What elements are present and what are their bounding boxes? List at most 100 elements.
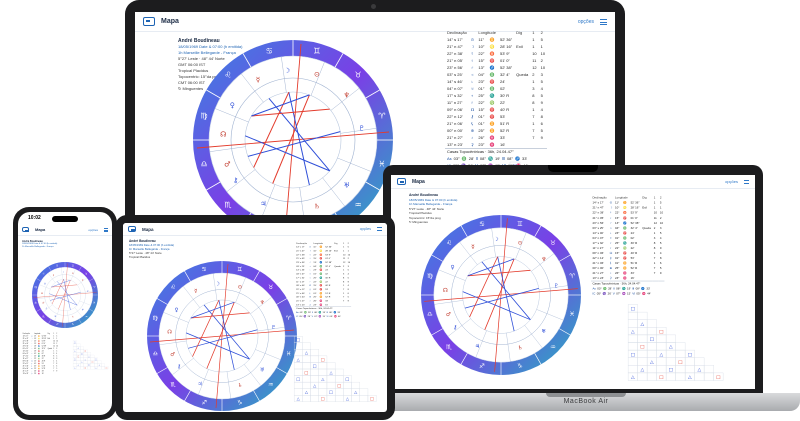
page-title: Mapa — [161, 18, 179, 25]
monitor-camera — [371, 4, 376, 9]
aspect-grid-symbol: △ — [305, 350, 309, 355]
hamburger-menu-icon[interactable] — [744, 179, 749, 184]
options-button[interactable]: opções — [360, 227, 371, 231]
house-cusp-part: ♑ — [303, 314, 307, 318]
options-button[interactable]: opções — [88, 228, 98, 232]
planet-cell: 40' R — [499, 107, 510, 112]
planet-row[interactable]: 13° n 23' ⚳ 23° ♓ 16' — [22, 372, 59, 375]
planet-row[interactable]: 23° n 56' ♂ 13° ♐ 52' 38" 12 10 — [445, 64, 547, 71]
col-declination: Declinação — [447, 30, 467, 35]
zodiac-sign-glyph: ♋ — [266, 47, 273, 56]
zodiac-sign-glyph: ♏ — [224, 201, 232, 210]
aspect-grid-svg: □△△□□□△□△□△□△□△△□△□ — [72, 340, 109, 369]
aspect-grid-symbol: □ — [370, 396, 374, 401]
natal-chart-wheel[interactable]: ♈♉♊♋♌♍♎♏♐♑♒♓⊙☽☿♀♂♃♄♅♆♇☊⚷ — [421, 215, 581, 375]
planet-cell: ⚷ — [470, 114, 474, 119]
planet-cell: ♊ — [489, 37, 495, 42]
app-logo-icon[interactable] — [128, 226, 136, 232]
hamburger-menu-icon[interactable] — [600, 18, 607, 25]
house-cusp-part: 08° — [635, 286, 640, 291]
planet-row[interactable]: 17° s 32' ♆ 25° ♏ 30' R 85 — [445, 92, 547, 99]
planet-row[interactable]: 13° n 23' ⚳ 23° ♓ 16' — [445, 141, 547, 148]
aspect-grid-cell — [76, 352, 81, 356]
planet-cell: ♈ — [489, 79, 495, 84]
tablet-screen: Mapa opções André Boudineau 18/05/1969 D… — [123, 223, 387, 412]
zodiac-sign-glyph: ♊ — [313, 47, 320, 56]
zodiac-sign-glyph: ♒ — [354, 201, 361, 210]
hamburger-menu-icon[interactable] — [377, 227, 382, 231]
col-dignity: Dig — [516, 30, 523, 35]
app-logo-icon[interactable] — [143, 17, 155, 26]
hamburger-menu-icon[interactable] — [104, 228, 108, 232]
planet-glyph: ♃ — [54, 315, 56, 318]
planet-row[interactable]: 21° n 05' ♀ 15° ♈ 01' 0" 11 2 — [445, 57, 547, 64]
planet-glyph: ⊙ — [518, 240, 523, 246]
planet-row[interactable]: 21° n 27' ♁ 26° ♓ 33' 7 9 — [445, 134, 547, 141]
aspect-grid-cell — [72, 354, 77, 358]
app-logo-icon[interactable] — [397, 178, 406, 185]
aspect-grid-symbol: □ — [669, 368, 674, 373]
planet-row[interactable]: 11° n 27' ♇ 22° ♍ 22' 8 9 — [445, 99, 547, 106]
zodiac-sign-glyph: ♊ — [517, 220, 523, 228]
planet-row[interactable]: 21° n 06' ⚸ 01° ♊ 51' R 16 — [445, 120, 547, 127]
planet-row[interactable]: 21° n 47' ☽ 10° ♌ 28' 16" Exil 1 1 — [445, 43, 547, 50]
planet-cell: 8 — [532, 100, 535, 105]
aspect-grid-symbol: △ — [641, 367, 645, 373]
planet-cell: 03° s 25' — [447, 72, 463, 77]
zodiac-sign-glyph: ♌ — [224, 70, 231, 79]
planet-row[interactable]: 22° n 12' ⚷ 01° ♈ 53' 7 8 — [445, 113, 547, 120]
zodiac-sign-glyph: ♋ — [479, 220, 485, 228]
planet-cell — [539, 141, 547, 148]
planet-glyph: ☊ — [220, 130, 226, 138]
options-button[interactable]: opções — [578, 19, 594, 25]
aspect-grid-cell — [83, 354, 88, 358]
aspect-grid-cell — [627, 319, 638, 328]
planet-row[interactable]: 14° s 17' ⊙ 11° ♊ 52' 36" 1 5 — [445, 36, 547, 43]
natal-chart-wheel[interactable]: ♈♉♊♋♌♍♎♏♐♑♒♓⊙☽☿♀♂♃♄♅♆♇☊⚷ — [193, 40, 393, 240]
planet-row[interactable]: 04° n 07' ♅ 01° ♎ 02' 3 4 — [445, 85, 547, 92]
app-header: Mapa opções — [18, 224, 112, 236]
house-cusp-part: 28' — [308, 310, 311, 314]
planet-cell: 53' — [499, 114, 506, 119]
planet-cell: 22° — [478, 100, 485, 105]
aspect-grid-cell — [343, 388, 352, 396]
aspect-grid-cell — [302, 395, 311, 402]
aspect-grid-symbol: □ — [659, 376, 664, 381]
status-bar-time: 10:02 — [28, 215, 41, 221]
planet-cell: 28' 16" — [630, 205, 640, 210]
aspect-grid-cell — [94, 360, 98, 364]
dynamic-island — [52, 216, 78, 222]
house-cusp-part: 08° — [314, 310, 318, 314]
natal-chart-wheel[interactable]: ♈♉♊♋♌♍♎♏♐♑♒♓⊙☽☿♀♂♃♄♅♆♇☊⚷ — [32, 262, 98, 328]
planet-table: Declinação Longitude Dig 1 2 14° s 17' ⊙ 1… — [445, 29, 548, 169]
planet-cell: ♈ — [489, 58, 495, 63]
aspect-grid-symbol: △ — [329, 370, 333, 375]
planet-cell: ♂ — [470, 65, 474, 70]
planet-cell: 1 — [540, 44, 543, 49]
options-button[interactable]: opções — [725, 179, 738, 184]
planet-cell: 15° — [478, 58, 485, 63]
device-mockup-stage: Mapa opções André Boudineau 18/05/1969 D… — [0, 0, 800, 421]
aspect-grid-cell — [293, 368, 303, 376]
planet-row[interactable]: 00° n 00' ⊕ 25° ♊ 52' R 75 — [445, 127, 547, 134]
aspect-grid-cell — [302, 381, 311, 389]
aspect-grid-symbol: □ — [92, 361, 94, 364]
planet-glyph: ♄ — [238, 383, 243, 389]
planet-glyph: ♃ — [260, 200, 266, 208]
laptop-screen: Mapa opções André Boudineau 18/05/1969 D… — [391, 175, 755, 389]
planet-row[interactable]: 14° s 46' ♄ 23° ♈ 24' 1 5 — [445, 78, 547, 85]
planet-cell — [514, 78, 530, 85]
planet-cell: ♍ — [489, 100, 495, 105]
planet-row[interactable]: 03° s 25' ♃ 04° ♎ 32' 4" Queda 2 3 — [445, 71, 547, 78]
planet-cell: 23° n 56' — [447, 65, 463, 70]
zodiac-sign-glyph: ♉ — [268, 284, 273, 291]
aspect-grid-cell — [310, 388, 319, 396]
house-cusp-part: IC — [296, 314, 299, 318]
planet-row[interactable]: 09° n 06' ☊ 15° ♈ 40' R 14 — [445, 106, 547, 113]
app-logo-icon[interactable] — [22, 227, 29, 232]
planet-cell: 7 — [532, 114, 535, 119]
planet-cell: 32' 4" — [499, 72, 510, 77]
aspect-grid-symbol: □ — [678, 360, 683, 365]
planet-row[interactable]: 22° n 38' ☿ 22° ♉ 53' 9" 10 10 — [445, 50, 547, 57]
planet-glyph: ♆ — [343, 92, 349, 100]
